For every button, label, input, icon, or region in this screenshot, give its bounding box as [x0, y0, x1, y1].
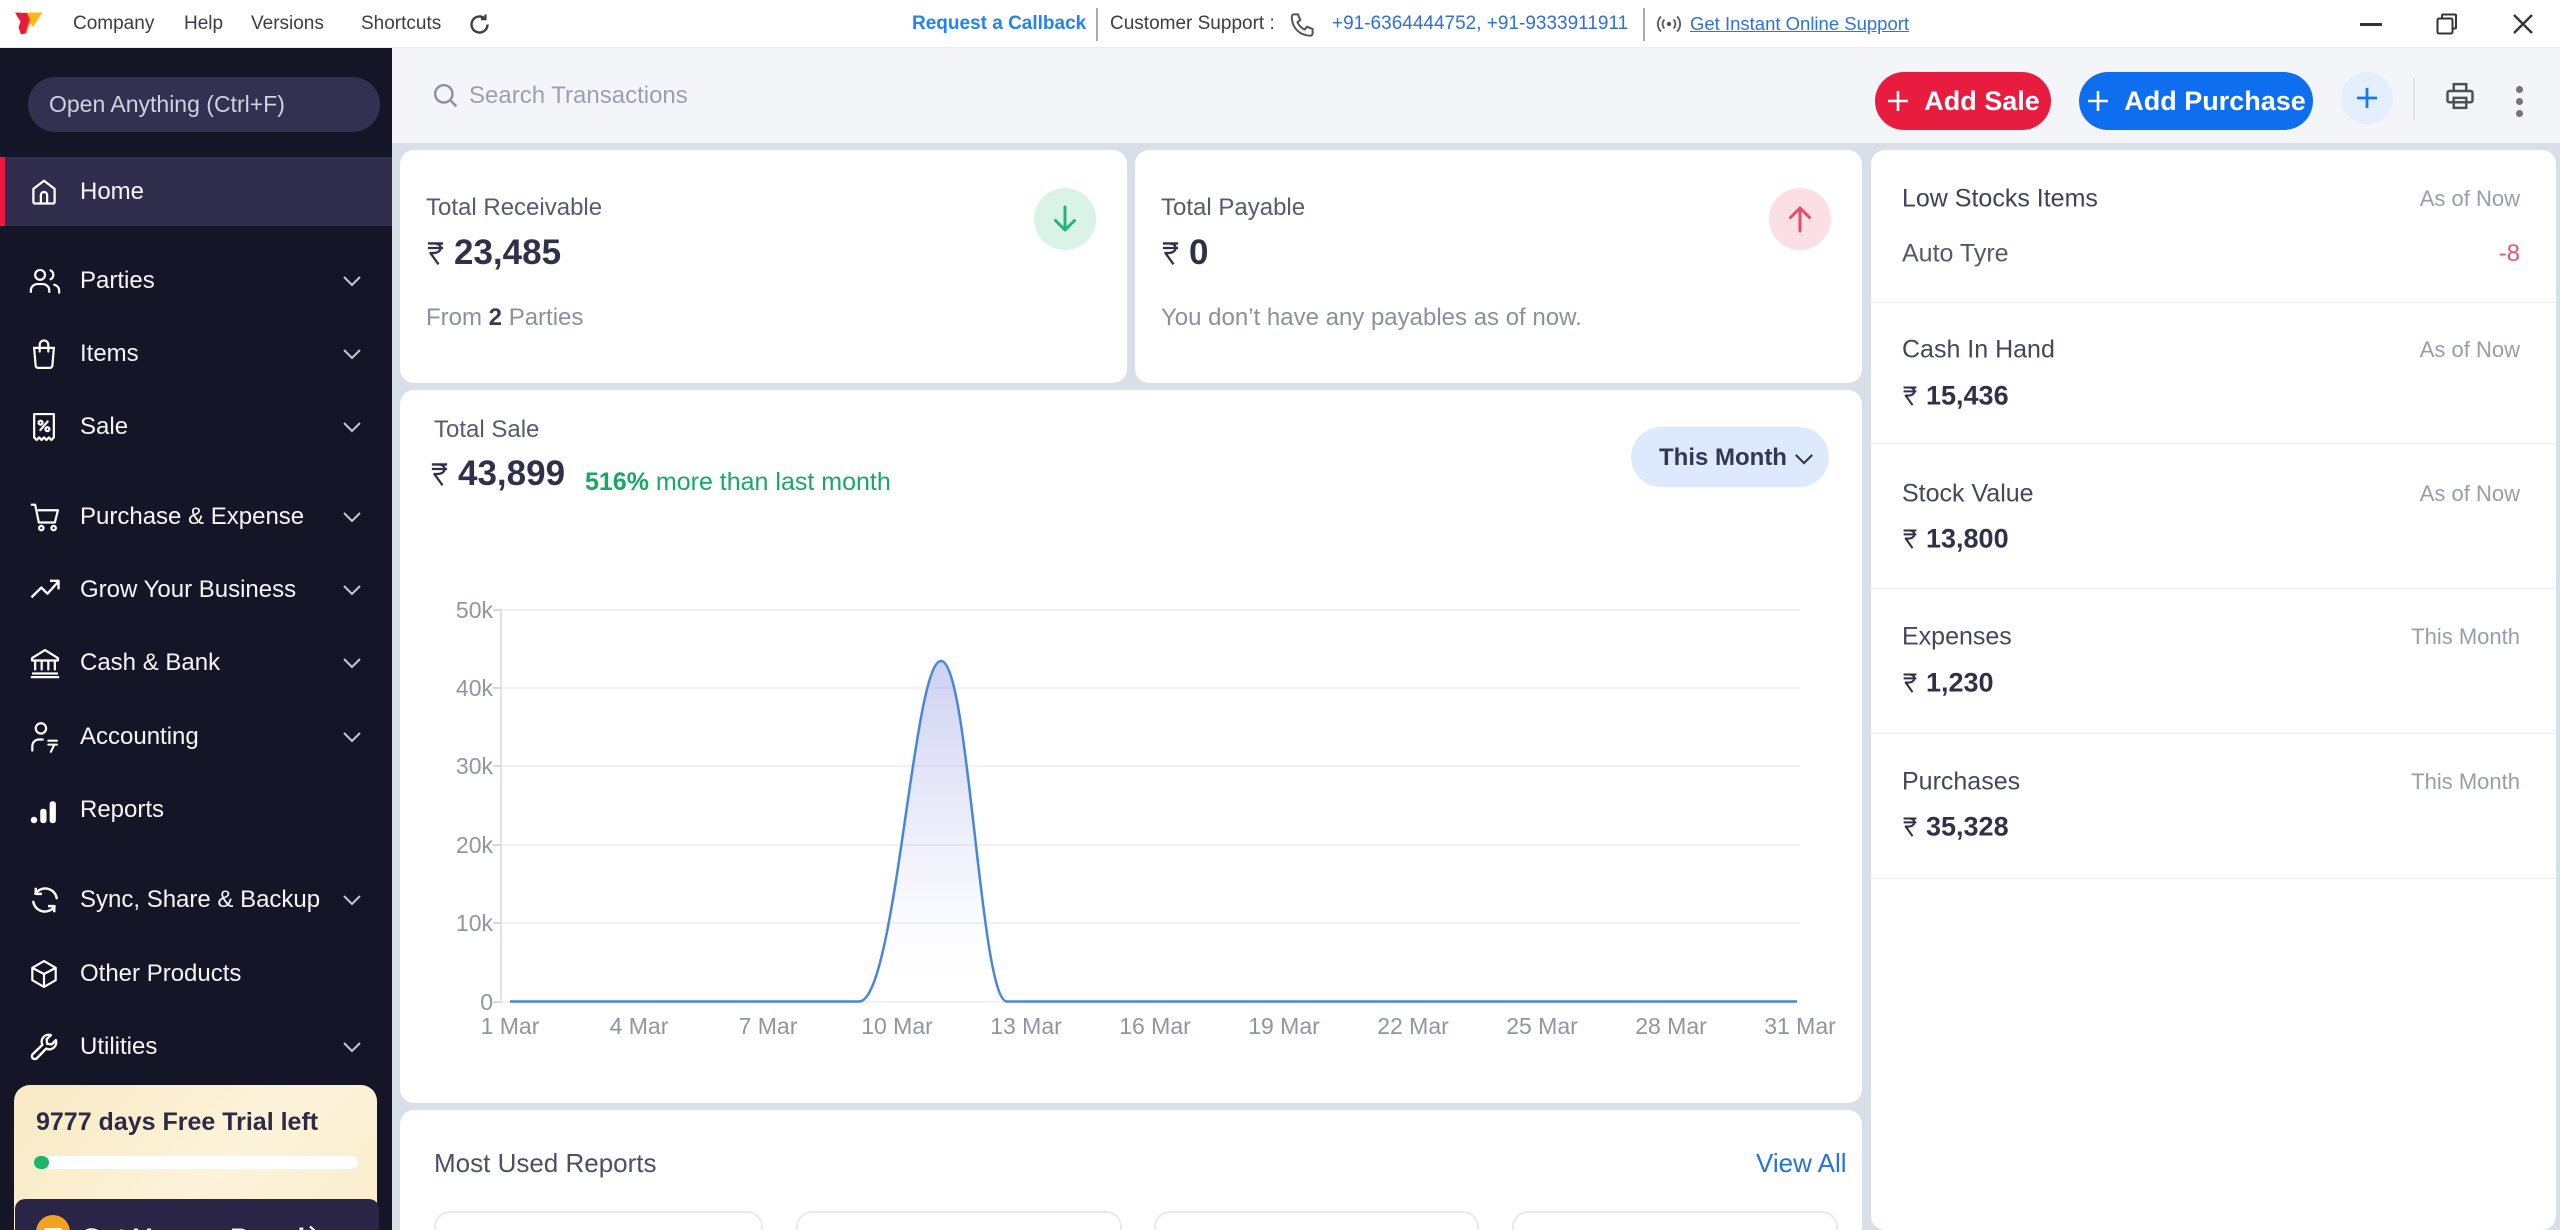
svg-text:20k: 20k — [456, 832, 494, 858]
svg-text:40k: 40k — [456, 675, 494, 701]
svg-text:30k: 30k — [456, 753, 494, 779]
svg-text:50k: 50k — [456, 597, 494, 623]
svg-text:7 Mar: 7 Mar — [739, 1013, 798, 1039]
svg-text:22 Mar: 22 Mar — [1377, 1013, 1449, 1039]
svg-text:10 Mar: 10 Mar — [861, 1013, 933, 1039]
svg-text:0: 0 — [480, 989, 493, 1015]
svg-text:19 Mar: 19 Mar — [1248, 1013, 1320, 1039]
svg-text:10k: 10k — [456, 910, 494, 936]
svg-text:13 Mar: 13 Mar — [990, 1013, 1062, 1039]
svg-text:25 Mar: 25 Mar — [1506, 1013, 1578, 1039]
svg-text:4 Mar: 4 Mar — [610, 1013, 669, 1039]
svg-text:31 Mar: 31 Mar — [1764, 1013, 1836, 1039]
svg-text:1 Mar: 1 Mar — [481, 1013, 540, 1039]
svg-text:16 Mar: 16 Mar — [1119, 1013, 1191, 1039]
svg-text:28 Mar: 28 Mar — [1635, 1013, 1707, 1039]
